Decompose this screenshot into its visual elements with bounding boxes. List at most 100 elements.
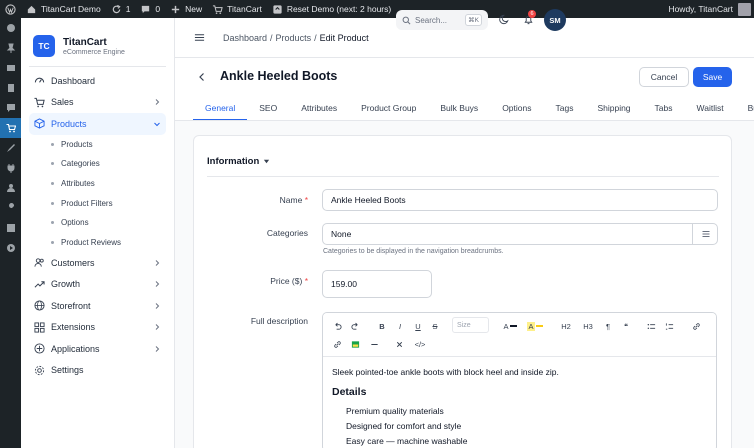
text-color-label: A	[503, 321, 509, 331]
description-label: Full description	[250, 316, 308, 326]
clear-format-button[interactable]	[393, 337, 405, 351]
wp-menu-settings[interactable]	[0, 218, 21, 238]
close-icon	[396, 341, 402, 347]
sidebar-item-storefront[interactable]: Storefront	[29, 295, 166, 317]
italic-button[interactable]: I	[394, 319, 406, 333]
wp-menu-titancart[interactable]	[0, 118, 21, 138]
name-input[interactable]: Ankle Heeled Boots	[322, 189, 718, 211]
tab-tags[interactable]: Tags	[543, 97, 585, 120]
wp-menu-media[interactable]	[0, 58, 21, 78]
sidebar-subitem-products[interactable]: Products	[29, 135, 166, 155]
tab-waitlist[interactable]: Waitlist	[685, 97, 736, 120]
settings-icon	[6, 224, 15, 232]
sidebar-subitem-options[interactable]: Options	[29, 213, 166, 233]
search-input[interactable]: Search... ⌘K	[396, 10, 488, 30]
wp-menu-tools[interactable]	[0, 198, 21, 218]
site-name-link[interactable]: TitanCart Demo	[21, 0, 106, 18]
horizontal-rule-button[interactable]	[368, 337, 380, 351]
code-view-button[interactable]: </>	[412, 337, 428, 351]
breadcrumb-products[interactable]: Products	[276, 33, 312, 43]
link-button[interactable]	[690, 319, 702, 333]
image-button[interactable]	[349, 337, 361, 351]
brand-logo: TC	[33, 35, 55, 57]
strikethrough-button[interactable]: S	[429, 319, 441, 333]
bullet-list-button[interactable]	[645, 319, 657, 333]
sidebar-item-settings[interactable]: Settings	[29, 360, 166, 382]
editor-content[interactable]: Sleek pointed-toe ankle boots with block…	[323, 357, 716, 448]
sidebar-item-dashboard[interactable]: Dashboard	[29, 70, 166, 92]
categories-select[interactable]: None	[322, 223, 718, 245]
moon-icon[interactable]	[499, 14, 510, 25]
account-menu[interactable]: Howdy, TitanCart	[663, 0, 754, 18]
section-title[interactable]: Information	[207, 156, 259, 167]
sidebar-item-label: Applications	[51, 343, 100, 354]
sidebar-subitem-product-filters[interactable]: Product Filters	[29, 193, 166, 213]
wp-menu-plugins[interactable]	[0, 158, 21, 178]
bold-button[interactable]: B	[376, 319, 388, 333]
rich-text-editor[interactable]: B I U S Size A A H2 H3 ¶ ❝ </> Sleek poi…	[322, 312, 717, 448]
wp-menu-dashboard[interactable]	[0, 18, 21, 38]
text-color-button[interactable]: A	[501, 319, 519, 333]
sidebar-item-growth[interactable]: Growth	[29, 274, 166, 296]
caret-down-icon[interactable]	[263, 158, 270, 165]
editor-toolbar: B I U S Size A A H2 H3 ¶ ❝ </>	[323, 313, 716, 357]
search-placeholder: Search...	[415, 15, 448, 25]
new-content-link[interactable]: New	[165, 0, 207, 18]
tab-product-group[interactable]: Product Group	[349, 97, 428, 120]
sidebar-nav: Dashboard Sales Products Products Catego…	[21, 67, 174, 384]
price-input[interactable]: 159.00	[322, 270, 432, 298]
categories-list-button[interactable]	[692, 223, 718, 245]
reset-demo-link[interactable]: Reset Demo (next: 2 hours)	[267, 0, 396, 18]
redo-button[interactable]	[349, 319, 361, 333]
tab-options[interactable]: Options	[490, 97, 543, 120]
blockquote-button[interactable]: ❝	[619, 319, 633, 333]
sidebar-item-label: Storefront	[51, 300, 91, 311]
sidebar-item-sales[interactable]: Sales	[29, 92, 166, 114]
user-avatar[interactable]: SM	[544, 9, 566, 31]
tab-tabs[interactable]: Tabs	[643, 97, 685, 120]
wp-menu-posts[interactable]	[0, 38, 21, 58]
tab-bundle[interactable]: Bundle	[736, 97, 754, 120]
brand-name: TitanCart	[63, 36, 107, 48]
sidebar-subitem-product-reviews[interactable]: Product Reviews	[29, 232, 166, 252]
save-button[interactable]: Save	[693, 67, 732, 87]
back-arrow-icon[interactable]	[197, 72, 207, 82]
sidebar-subitem-categories[interactable]: Categories	[29, 154, 166, 174]
titancart-link[interactable]: TitanCart	[207, 0, 267, 18]
sidebar-item-applications[interactable]: Applications	[29, 338, 166, 360]
list-item: Easy care — machine washable	[346, 436, 468, 446]
tab-attributes[interactable]: Attributes	[289, 97, 349, 120]
wp-menu-pages[interactable]	[0, 78, 21, 98]
heading3-button[interactable]: H3	[581, 319, 595, 333]
list-item: Premium quality materials	[346, 406, 444, 416]
sidebar-item-customers[interactable]: Customers	[29, 252, 166, 274]
sidebar-item-products[interactable]: Products	[29, 113, 166, 135]
tab-general[interactable]: General	[193, 97, 248, 120]
minus-icon	[370, 343, 378, 345]
unlink-button[interactable]	[331, 337, 343, 351]
cancel-button[interactable]: Cancel	[639, 67, 689, 87]
tab-seo[interactable]: SEO	[247, 97, 289, 120]
font-size-select[interactable]: Size	[452, 317, 489, 333]
required-mark: *	[304, 276, 308, 286]
highlight-button[interactable]: A	[524, 319, 546, 333]
wp-menu-collapse[interactable]	[0, 238, 21, 258]
underline-button[interactable]: U	[412, 319, 424, 333]
menu-icon[interactable]	[194, 32, 205, 43]
wp-menu-appearance[interactable]	[0, 138, 21, 158]
updates-link[interactable]: 1	[106, 0, 136, 18]
wp-logo-button[interactable]	[0, 0, 21, 18]
tab-bulk-buys[interactable]: Bulk Buys	[428, 97, 490, 120]
sidebar-subitem-attributes[interactable]: Attributes	[29, 174, 166, 194]
sidebar-item-extensions[interactable]: Extensions	[29, 317, 166, 339]
heading2-button[interactable]: H2	[559, 319, 573, 333]
wp-menu-users[interactable]	[0, 178, 21, 198]
ordered-list-button[interactable]	[663, 319, 675, 333]
tab-shipping[interactable]: Shipping	[585, 97, 642, 120]
categories-value: None	[331, 229, 352, 239]
paragraph-button[interactable]: ¶	[603, 319, 613, 333]
breadcrumb-dashboard[interactable]: Dashboard	[223, 33, 267, 43]
undo-button[interactable]	[331, 319, 343, 333]
wp-menu-comments[interactable]	[0, 98, 21, 118]
comments-link[interactable]: 0	[135, 0, 165, 18]
